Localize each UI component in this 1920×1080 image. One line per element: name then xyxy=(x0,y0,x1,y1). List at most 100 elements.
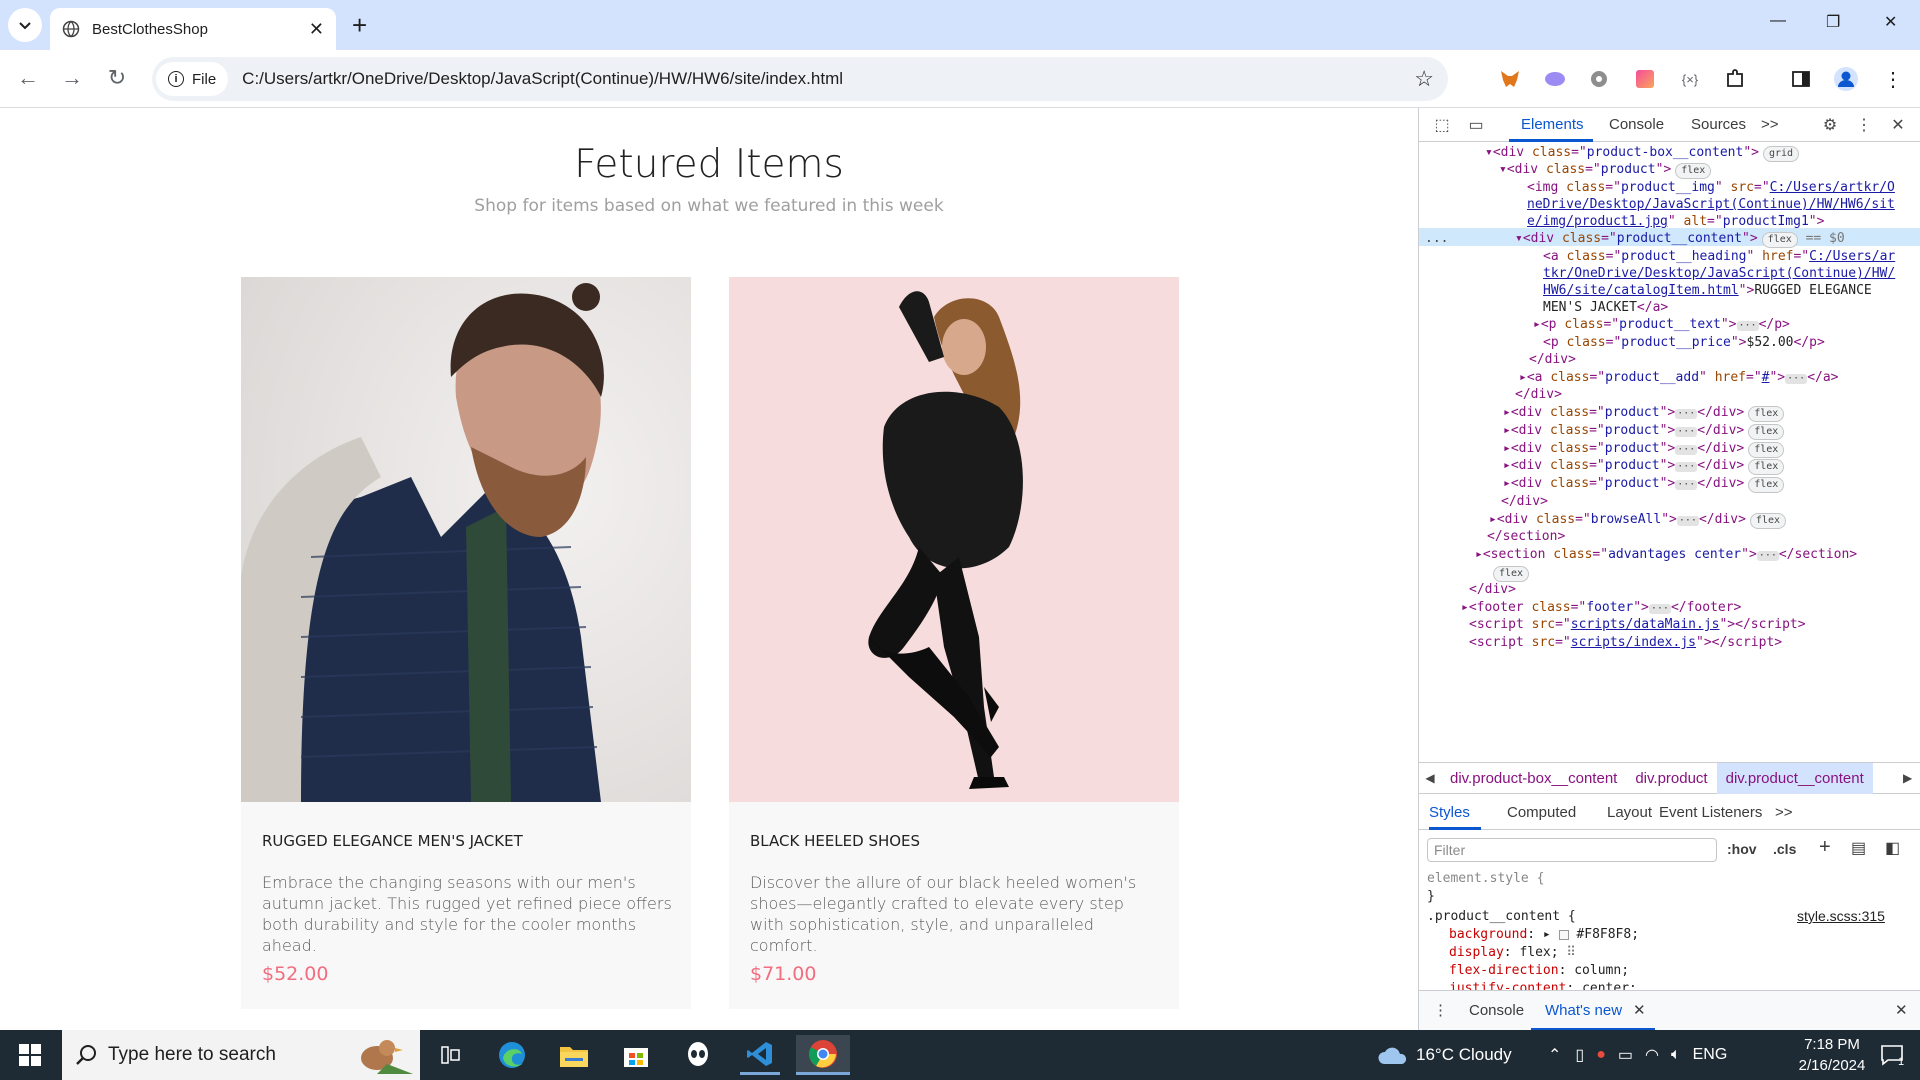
device-toolbar-icon[interactable]: ▭ xyxy=(1465,114,1487,136)
clock[interactable]: 7:18 PM 2/16/2024 xyxy=(1790,1034,1874,1076)
breadcrumb-item[interactable]: div.product xyxy=(1626,770,1716,787)
notifications-icon[interactable]: 1 xyxy=(1880,1030,1904,1080)
microsoft-store-icon[interactable] xyxy=(616,1035,656,1075)
notification-count: 1 xyxy=(1898,1056,1905,1068)
close-window-icon[interactable]: ✕ xyxy=(1884,12,1897,32)
rule-declaration[interactable]: background: ▸ #F8F8F8; xyxy=(1449,926,1639,943)
tab-console[interactable]: Console xyxy=(1609,116,1664,133)
close-devtools-icon[interactable]: ✕ xyxy=(1887,114,1909,136)
breadcrumb-item[interactable]: div.product-box__content xyxy=(1441,770,1626,787)
dom-line[interactable]: <p class="product__price">$52.00</p> xyxy=(1543,332,1825,353)
tab-layout[interactable]: Layout xyxy=(1607,804,1652,821)
product-image[interactable] xyxy=(729,277,1179,802)
product-heading[interactable]: RUGGED ELEGANCE MEN'S JACKET xyxy=(262,832,523,850)
rule-declaration[interactable]: display: flex; ⠿ xyxy=(1449,944,1576,961)
search-placeholder: Type here to search xyxy=(108,1044,276,1065)
tab-computed[interactable]: Computed xyxy=(1507,804,1576,821)
dom-line[interactable]: ▸<section class="advantages center"> ··· <… xyxy=(1475,544,1857,565)
metamask-icon[interactable] xyxy=(1497,66,1523,92)
side-panel-icon[interactable] xyxy=(1788,66,1814,92)
dom-line[interactable]: <script src="scripts/index.js"></script> xyxy=(1469,632,1782,653)
system-tray-icons[interactable]: ⌃ ▯ ● ▭ ◠ 🔈︎ ENG xyxy=(1548,1030,1727,1080)
search-icon xyxy=(76,1045,96,1065)
element-style-rule[interactable]: element.style { xyxy=(1427,870,1544,887)
dom-line[interactable]: ▸<a class="product__add" href="#"> ··· </a… xyxy=(1519,367,1839,388)
url-text[interactable]: C:/Users/artkr/OneDrive/Desktop/JavaScri… xyxy=(242,69,1414,89)
rule-source-link[interactable]: style.scss:315 xyxy=(1797,908,1885,925)
language-indicator[interactable]: ENG xyxy=(1693,1046,1728,1064)
close-tab-icon[interactable]: ✕ xyxy=(309,19,324,40)
site-info-chip[interactable]: i File xyxy=(156,62,229,96)
windows-start-icon[interactable] xyxy=(10,1035,50,1075)
back-icon[interactable]: ← xyxy=(14,64,42,92)
woman-suit-illustration xyxy=(729,277,1179,802)
paint-brush-icon[interactable]: ▤ xyxy=(1851,838,1866,858)
settings-gear-icon[interactable]: ⚙ xyxy=(1819,114,1841,136)
devtools-menu-icon[interactable]: ⋮ xyxy=(1853,114,1875,136)
product-heading[interactable]: BLACK HEELED SHOES xyxy=(750,832,920,850)
chrome-icon[interactable] xyxy=(796,1035,850,1075)
cls-toggle[interactable]: .cls xyxy=(1773,841,1796,857)
breadcrumb-item-active[interactable]: div.product__content xyxy=(1716,762,1873,794)
rule-declaration[interactable]: justify-content: center; xyxy=(1449,980,1637,990)
wifi-icon[interactable]: ◠ xyxy=(1645,1045,1659,1065)
close-whats-new-icon[interactable]: ✕ xyxy=(1633,1001,1646,1019)
battery-icon[interactable]: ▭ xyxy=(1618,1045,1633,1065)
styles-filter-input[interactable]: Filter xyxy=(1427,838,1717,862)
extensions-puzzle-icon[interactable] xyxy=(1722,66,1748,92)
clock-time: 7:18 PM xyxy=(1804,1036,1860,1053)
restore-icon[interactable]: ❐ xyxy=(1826,12,1840,32)
task-view-icon[interactable] xyxy=(430,1035,470,1075)
selected-dom-line[interactable]: ... ▾<div class="product__content"> flex … xyxy=(1419,228,1920,248)
extension-gear-icon[interactable] xyxy=(1586,66,1612,92)
rule-declaration[interactable]: flex-direction: column; xyxy=(1449,962,1629,979)
crumb-left-arrow-icon[interactable]: ◀ xyxy=(1419,771,1441,785)
edge-icon[interactable] xyxy=(492,1035,532,1075)
profile-avatar-icon[interactable] xyxy=(1833,66,1859,92)
product-card[interactable]: RUGGED ELEGANCE MEN'S JACKET Embrace the… xyxy=(241,277,691,1009)
minimize-icon[interactable]: — xyxy=(1770,12,1786,30)
extension-code-icon[interactable]: {×} xyxy=(1677,66,1703,92)
browser-tab[interactable]: BestClothesShop ✕ xyxy=(50,8,336,50)
tab-sources[interactable]: Sources xyxy=(1691,116,1746,133)
alien-app-icon[interactable] xyxy=(678,1035,718,1075)
antivirus-icon[interactable]: ● xyxy=(1596,1046,1606,1064)
volume-icon[interactable]: 🔈︎ xyxy=(1671,1046,1681,1064)
crumb-right-arrow-icon[interactable]: ▶ xyxy=(1903,771,1920,785)
browser-menu-icon[interactable]: ⋮ xyxy=(1880,66,1906,92)
tab-event-listeners[interactable]: Event Listeners xyxy=(1659,804,1762,821)
vscode-icon[interactable] xyxy=(740,1035,780,1075)
file-explorer-icon[interactable] xyxy=(554,1035,594,1075)
extension-purple-icon[interactable] xyxy=(1542,66,1568,92)
forward-icon[interactable]: → xyxy=(58,64,86,92)
tab-elements[interactable]: Elements xyxy=(1521,116,1584,133)
hov-toggle[interactable]: :hov xyxy=(1727,841,1757,857)
weather-text: 16°C Cloudy xyxy=(1416,1045,1512,1064)
drawer-tab-console[interactable]: Console xyxy=(1469,1002,1524,1019)
add-rule-icon[interactable]: + xyxy=(1819,836,1831,859)
taskbar-search-box[interactable]: Type here to search xyxy=(62,1030,420,1080)
new-tab-button[interactable]: + xyxy=(352,10,367,40)
inspect-element-icon[interactable]: ⬚ xyxy=(1431,114,1453,136)
more-styles-tabs-button[interactable]: >> xyxy=(1775,804,1793,821)
address-bar[interactable]: i File C:/Users/artkr/OneDrive/Desktop/J… xyxy=(152,57,1448,101)
close-drawer-icon[interactable]: ✕ xyxy=(1895,1001,1908,1019)
flex-editor-icon[interactable]: ⠿ xyxy=(1566,945,1576,960)
extension-gradient-icon[interactable] xyxy=(1632,66,1658,92)
product-image[interactable] xyxy=(241,277,691,802)
weather-widget[interactable]: 16°C Cloudy xyxy=(1376,1030,1512,1080)
more-tabs-button[interactable]: >> xyxy=(1761,116,1779,133)
bookmark-star-icon[interactable]: ☆ xyxy=(1414,66,1434,92)
drawer-tab-whats-new[interactable]: What's new xyxy=(1545,1002,1622,1019)
toggle-sidebar-icon[interactable]: ◧ xyxy=(1885,838,1900,858)
drawer-menu-icon[interactable]: ⋮ xyxy=(1433,1001,1448,1019)
product-card[interactable]: BLACK HEELED SHOES Discover the allure o… xyxy=(729,277,1179,1009)
rule-selector[interactable]: .product__content { xyxy=(1427,908,1576,925)
dom-tree[interactable]: ▾<div class="product-box__content"> grid … xyxy=(1419,142,1920,762)
show-hidden-icons-icon[interactable]: ⌃ xyxy=(1548,1045,1561,1065)
color-swatch[interactable] xyxy=(1558,929,1569,940)
meet-now-icon[interactable]: ▯ xyxy=(1575,1045,1584,1065)
reload-icon[interactable]: ↻ xyxy=(103,64,131,92)
tab-search-button[interactable] xyxy=(8,8,42,42)
tab-styles[interactable]: Styles xyxy=(1429,804,1470,821)
